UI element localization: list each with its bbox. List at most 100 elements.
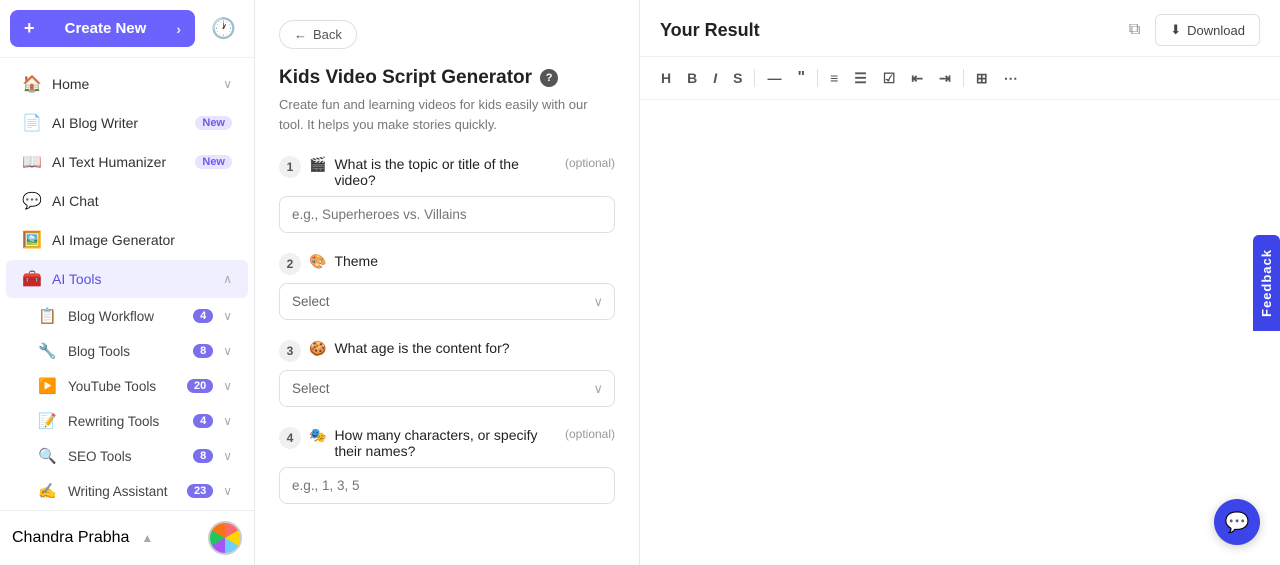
question-label-4: 4 🎭 How many characters, or specify thei… <box>279 427 615 459</box>
chevron-down-icon: ∨ <box>223 344 232 358</box>
question-3-select[interactable]: Select <box>279 370 615 407</box>
feedback-tab[interactable]: Feedback <box>1253 235 1280 331</box>
create-new-label: Create New <box>65 20 147 37</box>
sidebar-item-ai-chat[interactable]: 💬 AI Chat <box>6 182 248 220</box>
sidebar-item-writing-assistant[interactable]: ✍️ Writing Assistant 23 ∨ <box>6 474 248 508</box>
sidebar-item-blog-workflow[interactable]: 📋 Blog Workflow 4 ∨ <box>6 299 248 333</box>
chevron-down-icon: ∨ <box>223 379 232 393</box>
user-profile[interactable]: Chandra Prabha ▲ <box>12 529 208 547</box>
content-area: ← Back Kids Video Script Generator ? Cre… <box>255 0 1280 565</box>
question-4-input[interactable] <box>279 467 615 504</box>
create-new-button[interactable]: + Create New › <box>10 10 195 47</box>
count-badge: 4 <box>193 309 213 323</box>
question-number-3: 3 <box>279 340 301 362</box>
sidebar: + Create New › 🕐 🏠 Home ∨ 📄 AI Blog Writ… <box>0 0 255 565</box>
count-badge: 20 <box>187 379 213 393</box>
tool-title: Kids Video Script Generator ? <box>279 67 615 89</box>
sidebar-item-ai-text-humanizer[interactable]: 📖 AI Text Humanizer New <box>6 143 248 181</box>
sidebar-item-seo-tools[interactable]: 🔍 SEO Tools 8 ∨ <box>6 439 248 473</box>
sidebar-item-label: AI Blog Writer <box>52 115 185 131</box>
chevron-down-icon: ∨ <box>223 414 232 428</box>
indent-right-button[interactable]: ⇥ <box>932 66 958 91</box>
sidebar-nav: 🏠 Home ∨ 📄 AI Blog Writer New 📖 AI Text … <box>0 58 254 510</box>
history-button[interactable]: 🕐 <box>203 10 244 47</box>
count-badge: 4 <box>193 414 213 428</box>
heading-icon: H <box>661 70 671 86</box>
toolbar-divider-2 <box>817 69 818 87</box>
sidebar-item-ai-blog-writer[interactable]: 📄 AI Blog Writer New <box>6 104 248 142</box>
sidebar-item-blog-tools[interactable]: 🔧 Blog Tools 8 ∨ <box>6 334 248 368</box>
question-text-2: Theme <box>334 253 378 269</box>
question-3: 3 🍪 What age is the content for? Select … <box>279 340 615 407</box>
youtube-icon: ▶️ <box>38 377 58 395</box>
bold-icon: B <box>687 70 697 86</box>
sidebar-item-youtube-tools[interactable]: ▶️ YouTube Tools 20 ∨ <box>6 369 248 403</box>
user-chevron-icon: ▲ <box>141 531 153 545</box>
question-text-4: How many characters, or specify their na… <box>334 427 553 459</box>
italic-icon: I <box>713 70 717 86</box>
sub-item-label: YouTube Tools <box>68 379 177 394</box>
workflow-icon: 📋 <box>38 307 58 325</box>
avatar[interactable] <box>208 521 242 555</box>
download-button[interactable]: ⬇ Download <box>1155 14 1260 46</box>
question-number-1: 1 <box>279 156 301 178</box>
heading-button[interactable]: H <box>654 66 678 90</box>
sidebar-item-label: Home <box>52 76 213 92</box>
chevron-down-icon: ∨ <box>223 309 232 323</box>
ordered-list-button[interactable]: ☰ <box>847 66 874 91</box>
sidebar-item-home[interactable]: 🏠 Home ∨ <box>6 65 248 103</box>
indent-left-button[interactable]: ⇤ <box>904 66 930 91</box>
help-icon[interactable]: ? <box>540 69 558 87</box>
bullet-list-button[interactable]: ≡ <box>823 66 845 90</box>
sidebar-item-label: AI Text Humanizer <box>52 154 185 170</box>
more-options-button[interactable]: ⋯ <box>997 66 1025 91</box>
question-label-3: 3 🍪 What age is the content for? <box>279 340 615 362</box>
chat-bubble-button[interactable]: 💬 <box>1214 499 1260 545</box>
question-number-4: 4 <box>279 427 301 449</box>
tool-description: Create fun and learning videos for kids … <box>279 95 615 134</box>
table-button[interactable]: ⊞ <box>969 66 995 91</box>
editor-area[interactable] <box>640 100 1280 565</box>
new-badge: New <box>195 155 232 169</box>
more-icon: ⋯ <box>1004 70 1018 87</box>
question-2-select-wrapper: Select ∨ <box>279 283 615 320</box>
question-text-3: What age is the content for? <box>334 340 509 356</box>
toolbar-divider <box>754 69 755 87</box>
title-text: Kids Video Script Generator <box>279 67 532 89</box>
hr-icon: — <box>767 70 781 86</box>
checklist-button[interactable]: ☑ <box>876 66 903 91</box>
sidebar-item-ai-image-generator[interactable]: 🖼️ AI Image Generator <box>6 221 248 259</box>
sub-item-label: Blog Workflow <box>68 309 183 324</box>
italic-button[interactable]: I <box>706 66 724 90</box>
quote-icon: " <box>797 69 805 87</box>
hr-button[interactable]: — <box>760 66 788 90</box>
quote-button[interactable]: " <box>790 65 812 91</box>
ordered-list-icon: ☰ <box>854 70 867 87</box>
question-emoji-3: 🍪 <box>309 340 326 357</box>
history-icon: 🕐 <box>211 18 236 40</box>
strikethrough-button[interactable]: S <box>726 66 749 90</box>
copy-button[interactable]: ⧉ <box>1124 16 1145 44</box>
count-badge: 8 <box>193 344 213 358</box>
writing-icon: ✍️ <box>38 482 58 500</box>
question-1-input[interactable] <box>279 196 615 233</box>
question-4: 4 🎭 How many characters, or specify thei… <box>279 427 615 504</box>
question-text-1: What is the topic or title of the video? <box>334 156 553 188</box>
back-arrow-icon: ← <box>294 27 307 42</box>
back-button[interactable]: ← Back <box>279 20 357 49</box>
table-icon: ⊞ <box>976 70 988 87</box>
sidebar-item-ai-tools[interactable]: 🧰 AI Tools ∧ <box>6 260 248 298</box>
chevron-down-icon: ∨ <box>223 77 232 91</box>
chevron-down-icon: ∨ <box>223 484 232 498</box>
bold-button[interactable]: B <box>680 66 704 90</box>
chevron-up-icon: ∧ <box>223 272 232 286</box>
document-icon: 📄 <box>22 113 42 133</box>
result-panel: Your Result ⧉ ⬇ Download H B <box>640 0 1280 565</box>
count-badge: 23 <box>187 484 213 498</box>
strikethrough-icon: S <box>733 70 742 86</box>
download-label: Download <box>1187 23 1245 38</box>
question-emoji-1: 🎬 <box>309 156 326 173</box>
sidebar-item-rewriting-tools[interactable]: 📝 Rewriting Tools 4 ∨ <box>6 404 248 438</box>
question-2-select[interactable]: Select <box>279 283 615 320</box>
book-icon: 📖 <box>22 152 42 172</box>
